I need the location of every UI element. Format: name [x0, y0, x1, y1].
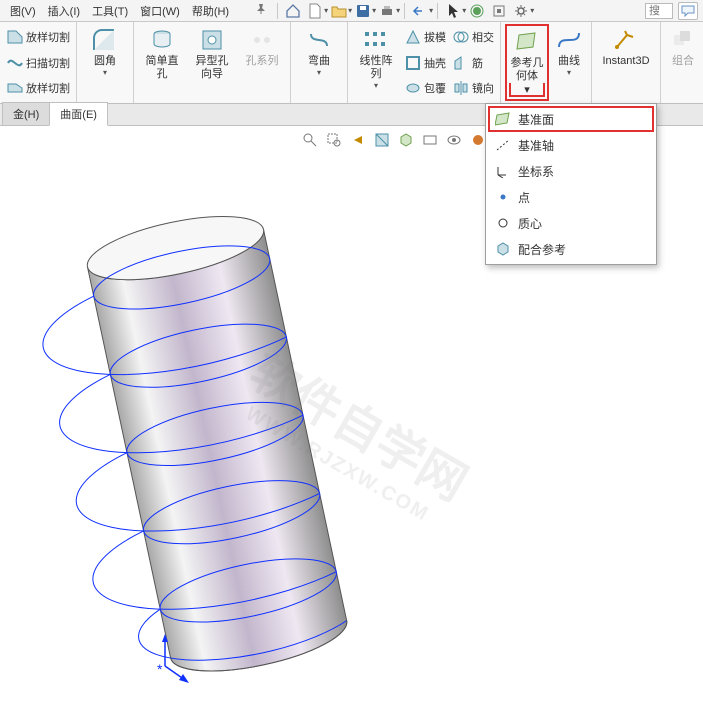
rebuild-icon[interactable]: [467, 2, 487, 20]
zoom-area-icon[interactable]: [324, 130, 344, 150]
combine-icon: [669, 26, 697, 54]
home-icon[interactable]: [283, 2, 303, 20]
lofted-cut-button[interactable]: 放样切割: [4, 24, 72, 50]
ribbon-group-instant3d: Instant3D: [592, 22, 661, 103]
hide-show-icon[interactable]: [444, 130, 464, 150]
linear-pattern-button[interactable]: 线性阵 列 ▾: [352, 24, 400, 101]
svg-text:*: *: [157, 661, 163, 677]
ribbon-group-cut: 放样切割 扫描切割 放样切割: [0, 22, 77, 103]
help-bubble-icon[interactable]: [678, 2, 698, 20]
simple-hole-icon: [148, 26, 176, 54]
menu-pin-icon[interactable]: [249, 1, 273, 20]
csys-icon: [494, 162, 512, 180]
ribbon: 放样切割 扫描切割 放样切割 圆角 ▾ 简单直 孔 异型孔 向导 孔系列 弯曲: [0, 22, 703, 104]
swept-cut-button[interactable]: 扫描切割: [4, 50, 72, 76]
instant3d-button[interactable]: Instant3D: [596, 24, 656, 101]
menu-window[interactable]: 窗口(W): [134, 1, 186, 21]
plane-icon: [494, 110, 512, 128]
wrap-icon: [305, 26, 333, 54]
axis-icon: [494, 136, 512, 154]
hole-series-button: 孔系列: [238, 24, 286, 101]
undo-icon[interactable]: [410, 2, 430, 20]
mate-reference-icon: [494, 240, 512, 258]
hole-wizard-button[interactable]: 异型孔 向导: [188, 24, 236, 101]
lofted-cut-2-button[interactable]: 放样切割: [4, 75, 72, 101]
options-icon[interactable]: [489, 2, 509, 20]
section-view-icon[interactable]: [372, 130, 392, 150]
curves-icon: [555, 26, 583, 54]
select-cursor-icon[interactable]: [443, 2, 463, 20]
curves-button[interactable]: 曲线 ▾: [551, 24, 587, 101]
print-icon[interactable]: [377, 2, 397, 20]
dropdown-item-plane[interactable]: 基准面: [488, 106, 654, 132]
tab-surfaces[interactable]: 曲面(E): [49, 102, 108, 126]
save-icon[interactable]: [353, 2, 373, 20]
ribbon-group-fillet: 圆角 ▾: [77, 22, 134, 103]
shell-button[interactable]: 抽壳: [402, 50, 448, 76]
dropdown-item-axis[interactable]: 基准轴: [488, 132, 654, 158]
prev-view-icon[interactable]: [348, 130, 368, 150]
search-input[interactable]: [645, 3, 673, 19]
dropdown-item-com[interactable]: 质心: [488, 210, 654, 236]
hole-wizard-icon: [198, 26, 226, 54]
combine-button: 组合: [665, 24, 701, 101]
tab-sheet-metal[interactable]: 金(H): [2, 102, 50, 125]
fillet-icon: [91, 26, 119, 54]
point-icon: [494, 188, 512, 206]
draft-button[interactable]: 拔模: [402, 24, 448, 50]
open-icon[interactable]: [329, 2, 349, 20]
reference-geometry-button[interactable]: 参考几 何体 ▾: [505, 24, 549, 101]
wrapfeat-button[interactable]: 包覆: [402, 75, 448, 101]
center-of-mass-icon: [494, 214, 512, 232]
reference-geometry-icon: [513, 28, 541, 56]
ribbon-group-pattern: 线性阵 列 ▾ 拔模 抽壳 包覆 相交 筋 镜向: [348, 22, 501, 103]
ribbon-group-wrap: 弯曲 ▾: [291, 22, 348, 103]
intersect-button[interactable]: 相交: [450, 24, 496, 50]
reference-geometry-dropdown-arrow[interactable]: ▾: [509, 83, 545, 97]
wrap-button[interactable]: 弯曲 ▾: [295, 24, 343, 101]
mirror-button[interactable]: 镜向: [450, 75, 496, 101]
simple-hole-button[interactable]: 简单直 孔: [138, 24, 186, 101]
rib-button[interactable]: 筋: [450, 50, 496, 76]
instant3d-icon: [612, 26, 640, 54]
display-style-icon[interactable]: [420, 130, 440, 150]
heads-up-view-toolbar: [300, 130, 488, 150]
ribbon-group-combine: 组合 移动/ 制实/: [661, 22, 703, 103]
fillet-button[interactable]: 圆角 ▾: [81, 24, 129, 101]
dropdown-item-point[interactable]: 点: [488, 184, 654, 210]
linear-pattern-icon: [362, 26, 390, 54]
menu-help[interactable]: 帮助(H): [186, 1, 235, 21]
dropdown-item-mate-ref[interactable]: 配合参考: [488, 236, 654, 262]
zoom-fit-icon[interactable]: [300, 130, 320, 150]
ribbon-group-holes: 简单直 孔 异型孔 向导 孔系列: [134, 22, 291, 103]
view-orient-icon[interactable]: [396, 130, 416, 150]
menu-view[interactable]: 图(V): [4, 1, 42, 21]
menu-tools[interactable]: 工具(T): [86, 1, 134, 21]
reference-geometry-dropdown: 基准面 基准轴 坐标系 点 质心 配合参考: [485, 103, 657, 265]
settings-gear-icon[interactable]: [511, 2, 531, 20]
hole-series-icon: [248, 26, 276, 54]
new-icon[interactable]: [305, 2, 325, 20]
menu-bar: 图(V) 插入(I) 工具(T) 窗口(W) 帮助(H) ▾ ▾ ▾ ▾ ▾ ▾…: [0, 0, 703, 22]
ribbon-group-refgeom: 参考几 何体 ▾ 曲线 ▾: [501, 22, 592, 103]
menu-insert[interactable]: 插入(I): [42, 1, 86, 21]
dropdown-item-csys[interactable]: 坐标系: [488, 158, 654, 184]
